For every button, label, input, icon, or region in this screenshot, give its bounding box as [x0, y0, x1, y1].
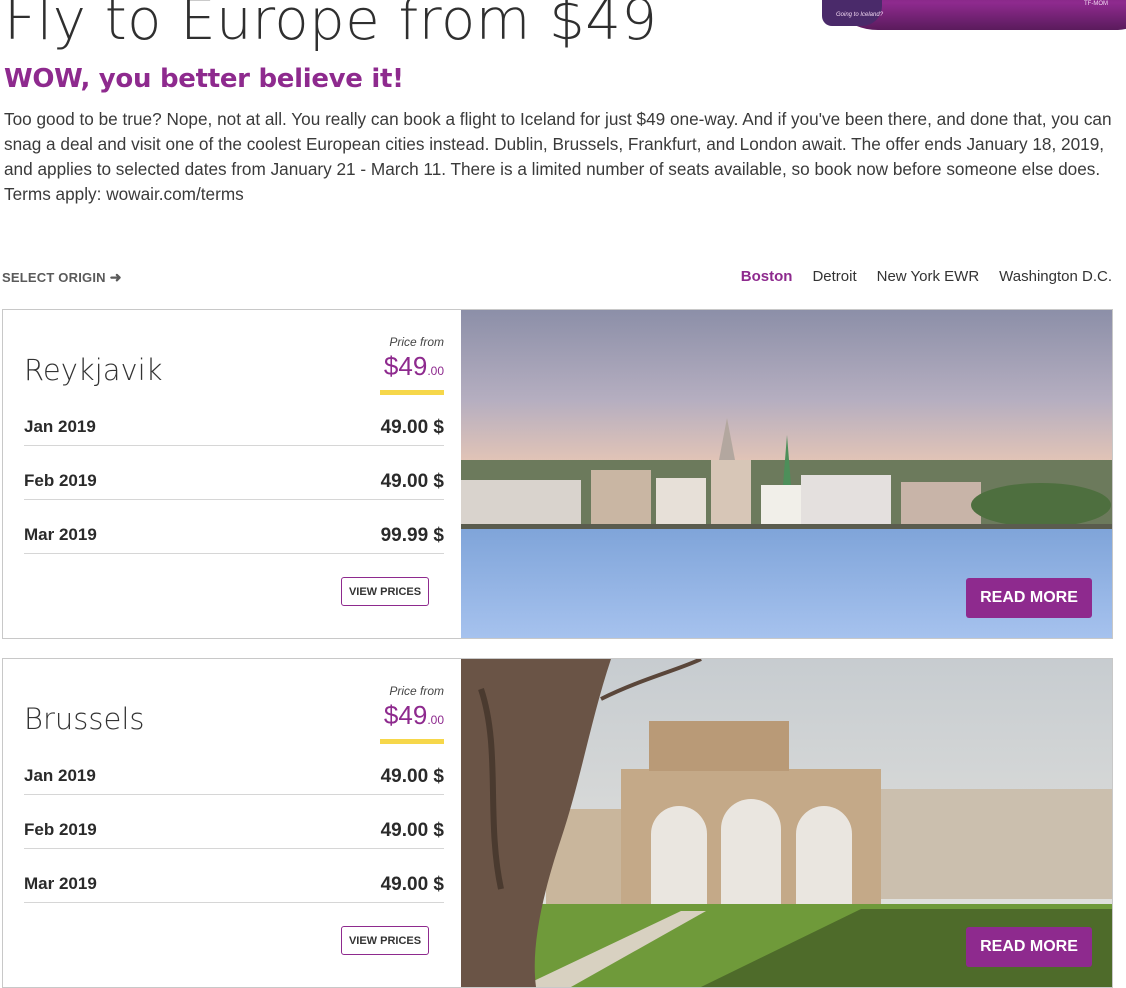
price-from-value: $49.00: [383, 700, 444, 730]
month-label: Jan 2019: [24, 417, 96, 436]
city-name: Brussels: [24, 702, 145, 736]
month-price: 49.00 $: [380, 874, 444, 895]
intro-paragraph: Too good to be true? Nope, not at all. Y…: [4, 109, 1112, 204]
month-price-row: Jan 2019 49.00 $: [24, 392, 444, 446]
destination-info: Reykjavik Price from $49.00 Jan 2019 49.…: [3, 310, 461, 638]
reykjavik-photo: READ MORE: [461, 310, 1112, 638]
page-subtitle: WOW, you better believe it!: [4, 64, 404, 94]
price-from-label: Price from: [389, 335, 444, 349]
city-name: Reykjavik: [24, 353, 163, 387]
read-more-button[interactable]: READ MORE: [966, 927, 1092, 967]
month-price-row: Mar 2019 99.99 $: [24, 500, 444, 554]
month-label: Mar 2019: [24, 874, 97, 893]
destination-info: Brussels Price from $49.00 Jan 2019 49.0…: [3, 659, 461, 987]
month-price-row: Mar 2019 49.00 $: [24, 849, 444, 903]
view-prices-button[interactable]: VIEW PRICES: [341, 926, 429, 955]
origin-tabs: Boston Detroit New York EWR Washington D…: [741, 268, 1112, 285]
select-origin-label: SELECT ORIGIN ➜: [2, 269, 122, 285]
origin-tab-new-york-ewr[interactable]: New York EWR: [877, 268, 980, 285]
month-price-row: Feb 2019 49.00 $: [24, 446, 444, 500]
destination-card-brussels: Brussels Price from $49.00 Jan 2019 49.0…: [2, 658, 1113, 988]
month-price-row: Feb 2019 49.00 $: [24, 795, 444, 849]
read-more-button[interactable]: READ MORE: [966, 578, 1092, 618]
month-price: 49.00 $: [380, 471, 444, 492]
month-label: Feb 2019: [24, 820, 97, 839]
month-price-row: Jan 2019 49.00 $: [24, 741, 444, 795]
brussels-photo: READ MORE: [461, 659, 1112, 987]
origin-tab-washington-dc[interactable]: Washington D.C.: [999, 268, 1112, 285]
price-from-value: $49.00: [383, 351, 444, 381]
plane-registration-text: TF-MOM: [1084, 1, 1108, 7]
month-price: 49.00 $: [380, 766, 444, 787]
view-prices-button[interactable]: VIEW PRICES: [341, 577, 429, 606]
month-label: Mar 2019: [24, 525, 97, 544]
origin-tab-boston[interactable]: Boston: [741, 268, 793, 285]
month-price: 49.00 $: [380, 820, 444, 841]
plane-livery-text: Going to Iceland?: [836, 12, 884, 18]
month-price: 99.99 $: [380, 525, 444, 546]
price-from-label: Price from: [389, 684, 444, 698]
month-label: Feb 2019: [24, 471, 97, 490]
origin-tab-detroit[interactable]: Detroit: [812, 268, 856, 285]
destination-card-reykjavik: Reykjavik Price from $49.00 Jan 2019 49.…: [2, 309, 1113, 639]
month-label: Jan 2019: [24, 766, 96, 785]
arrow-right-icon: ➜: [109, 269, 122, 285]
page-title: Fly to Europe from $49: [4, 0, 658, 53]
month-price: 49.00 $: [380, 417, 444, 438]
plane-image: Going to Iceland? TF-MOM: [818, 0, 1126, 34]
